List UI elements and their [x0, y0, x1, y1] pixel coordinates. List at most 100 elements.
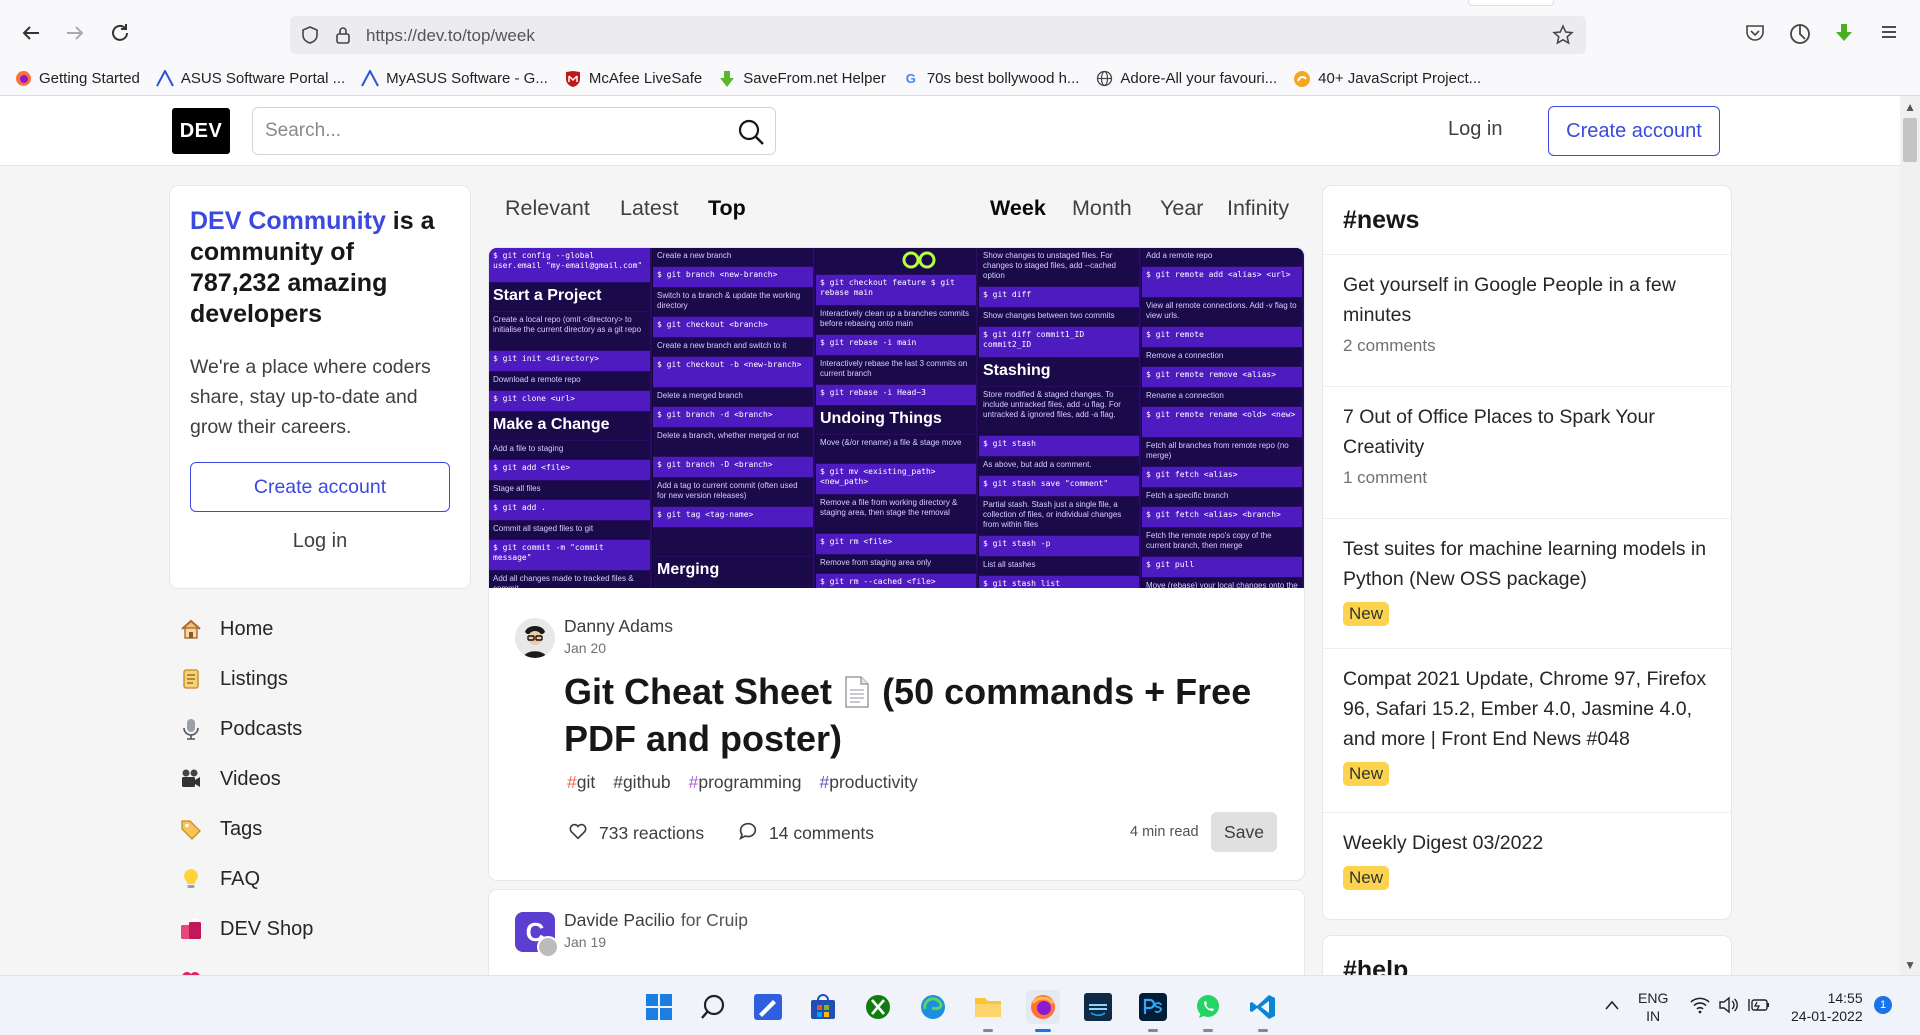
- tag-programming[interactable]: #programming: [689, 772, 802, 793]
- forward-arrow-icon[interactable]: [62, 20, 88, 46]
- hamburger-menu-icon[interactable]: [1879, 22, 1899, 47]
- bookmark-item[interactable]: Getting Started: [14, 70, 140, 88]
- sidebar-item-dev-shop[interactable]: DEV Shop: [178, 904, 468, 954]
- reload-icon[interactable]: [107, 20, 133, 46]
- avatar[interactable]: [515, 618, 555, 658]
- avatar[interactable]: [537, 936, 559, 958]
- sidebar-item-videos[interactable]: Videos: [178, 754, 468, 804]
- scroll-down-arrow-icon[interactable]: ▼: [1904, 958, 1916, 972]
- volume-icon[interactable]: [1718, 996, 1738, 1019]
- edge-icon[interactable]: [916, 990, 950, 1024]
- download-extension-icon[interactable]: [1833, 22, 1855, 49]
- news-item[interactable]: Test suites for machine learning models …: [1343, 534, 1718, 626]
- file-explorer-icon[interactable]: [971, 990, 1005, 1032]
- account-sync-icon[interactable]: [1788, 22, 1812, 51]
- post-date[interactable]: Jan 19: [564, 934, 606, 950]
- dev-logo[interactable]: DEV: [172, 108, 230, 154]
- bookmark-item[interactable]: Adore-All your favouri...: [1095, 70, 1277, 88]
- scrollbar-thumb[interactable]: [1903, 118, 1917, 162]
- sidebar-item-home[interactable]: Home: [178, 604, 468, 654]
- news-item-title[interactable]: Get yourself in Google People in a few m…: [1343, 270, 1718, 330]
- sidebar-item-partial[interactable]: [178, 954, 468, 975]
- news-item-title[interactable]: Weekly Digest 03/2022: [1343, 828, 1718, 858]
- scrollbar[interactable]: [1900, 96, 1920, 975]
- sidebar-create-account-button[interactable]: Create account: [190, 462, 450, 512]
- tab-infinity[interactable]: Infinity: [1227, 196, 1289, 221]
- prime-video-icon[interactable]: [1081, 990, 1115, 1024]
- address-bar[interactable]: https://dev.to/top/week: [290, 16, 1586, 54]
- windows-start-icon[interactable]: [642, 990, 676, 1024]
- news-item-title[interactable]: Test suites for machine learning models …: [1343, 534, 1718, 594]
- sidebar-login-link[interactable]: Log in: [190, 530, 450, 553]
- photoshop-icon[interactable]: [1136, 990, 1170, 1032]
- wifi-icon[interactable]: [1690, 996, 1710, 1019]
- whatsapp-icon[interactable]: [1191, 990, 1225, 1032]
- bookmark-item[interactable]: McAfee LiveSafe: [564, 70, 702, 88]
- tab-month[interactable]: Month: [1072, 196, 1132, 221]
- news-item[interactable]: Compat 2021 Update, Chrome 97, Firefox 9…: [1343, 664, 1718, 786]
- bookmark-item[interactable]: 40+ JavaScript Project...: [1293, 70, 1481, 88]
- tag-productivity[interactable]: #productivity: [819, 772, 917, 793]
- search-icon[interactable]: [696, 990, 730, 1024]
- sidebar-item-listings[interactable]: Listings: [178, 654, 468, 704]
- lock-icon[interactable]: [334, 25, 352, 50]
- create-account-button[interactable]: Create account: [1548, 106, 1720, 156]
- language-code: ENG: [1638, 990, 1669, 1006]
- tab-relevant[interactable]: Relevant: [505, 196, 590, 221]
- save-button[interactable]: Save: [1211, 812, 1277, 852]
- microsoft-store-icon[interactable]: [806, 990, 840, 1024]
- cover-image[interactable]: $ git config --global user.email "my-ema…: [489, 248, 1304, 588]
- shield-icon[interactable]: [300, 25, 320, 50]
- news-item[interactable]: 7 Out of Office Places to Spark Your Cre…: [1343, 402, 1718, 488]
- organization-name[interactable]: for Cruip: [681, 910, 748, 930]
- bookmark-item[interactable]: MyASUS Software - G...: [361, 70, 548, 88]
- reactions-button[interactable]: 733 reactions: [567, 820, 704, 847]
- tab-top[interactable]: Top: [708, 196, 746, 221]
- community-brand-link[interactable]: DEV Community: [190, 207, 386, 235]
- bookmark-item[interactable]: ASUS Software Portal ...: [156, 70, 345, 88]
- chevron-up-icon[interactable]: [1604, 998, 1620, 1017]
- sidebar-item-tags[interactable]: Tags: [178, 804, 468, 854]
- news-item-title[interactable]: 7 Out of Office Places to Spark Your Cre…: [1343, 402, 1718, 462]
- pen-app-icon[interactable]: [751, 990, 785, 1024]
- bookmark-item[interactable]: G 70s best bollywood h...: [902, 70, 1080, 88]
- pocket-icon[interactable]: [1744, 22, 1766, 49]
- url-text[interactable]: https://dev.to/top/week: [366, 26, 535, 46]
- author-name[interactable]: Danny Adams: [564, 616, 673, 637]
- back-arrow-icon[interactable]: [18, 20, 44, 46]
- firefox-taskbar-icon[interactable]: [1026, 990, 1060, 1032]
- search-box[interactable]: [252, 107, 776, 155]
- sidebar-item-faq[interactable]: FAQ: [178, 854, 468, 904]
- input-language[interactable]: ENG IN: [1638, 989, 1668, 1025]
- tab-year[interactable]: Year: [1160, 196, 1203, 221]
- featured-article-card[interactable]: $ git config --global user.email "my-ema…: [489, 248, 1304, 880]
- news-item[interactable]: Weekly Digest 03/2022 New: [1343, 828, 1718, 890]
- login-link[interactable]: Log in: [1448, 118, 1503, 141]
- article-title[interactable]: Git Cheat Sheet (50 commands + Free PDF a…: [564, 668, 1274, 762]
- tag-github[interactable]: #github: [613, 772, 670, 793]
- scroll-up-arrow-icon[interactable]: ▲: [1904, 100, 1916, 114]
- post-date[interactable]: Jan 20: [564, 640, 606, 656]
- xbox-icon[interactable]: [861, 990, 895, 1024]
- battery-icon[interactable]: [1748, 996, 1770, 1019]
- notification-badge[interactable]: 1: [1874, 996, 1892, 1014]
- comments-button[interactable]: 14 comments: [737, 820, 874, 847]
- tag-git[interactable]: #git: [567, 772, 595, 793]
- news-item[interactable]: Get yourself in Google People in a few m…: [1343, 270, 1718, 356]
- news-item-title[interactable]: Compat 2021 Update, Chrome 97, Firefox 9…: [1343, 664, 1718, 754]
- news-heading[interactable]: #news: [1343, 206, 1419, 235]
- tab-latest[interactable]: Latest: [620, 196, 679, 221]
- article-card[interactable]: C Davide Pacilio for Cruip Jan 19: [489, 890, 1304, 975]
- author-name[interactable]: Davide Pacilio: [564, 910, 675, 930]
- search-input[interactable]: [265, 120, 705, 142]
- vscode-icon[interactable]: [1246, 990, 1280, 1032]
- system-clock[interactable]: 14:55 24-01-2022: [1791, 989, 1863, 1025]
- sidebar-item-podcasts[interactable]: Podcasts: [178, 704, 468, 754]
- bookmark-star-icon[interactable]: [1552, 24, 1574, 51]
- help-heading[interactable]: #help: [1343, 956, 1408, 975]
- bookmark-item[interactable]: SaveFrom.net Helper: [718, 70, 886, 88]
- browser-tab-edge[interactable]: [1468, 0, 1554, 6]
- organization-avatar[interactable]: C: [515, 912, 559, 958]
- tab-week[interactable]: Week: [990, 196, 1046, 221]
- search-icon[interactable]: [737, 118, 765, 151]
